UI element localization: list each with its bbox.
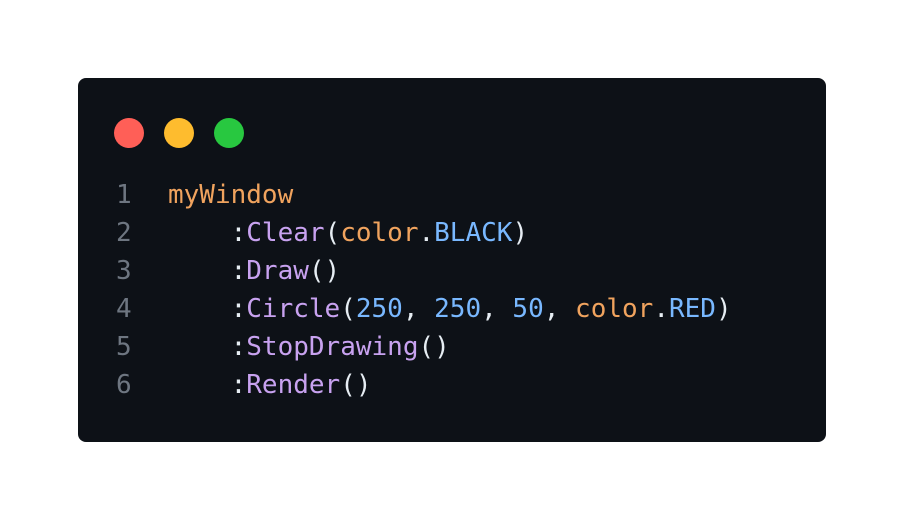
line-number: 6 — [116, 370, 132, 400]
code-token-method: Circle — [246, 294, 341, 324]
code-window: 1 myWindow 2 :Clear(color.BLACK) 3 :Draw() 4… — [78, 78, 826, 442]
code-token-punctuation: . — [418, 218, 435, 248]
line-source: :Draw() — [168, 252, 341, 290]
code-token-identifier: color — [340, 218, 419, 248]
code-token-punctuation: : — [168, 332, 247, 362]
line-source: myWindow — [168, 176, 293, 214]
line-source: :Circle(250, 250, 50, color.RED) — [168, 290, 732, 328]
code-token-punctuation: , — [481, 294, 513, 324]
code-token-method: Draw — [246, 256, 309, 286]
code-token-method: StopDrawing — [246, 332, 419, 362]
code-token-number: 250 — [355, 294, 403, 324]
line-source: :Clear(color.BLACK) — [168, 214, 528, 252]
code-token-punctuation: : — [168, 370, 247, 400]
code-line: 3 :Draw() — [78, 252, 826, 290]
code-token-punctuation: () — [340, 370, 372, 400]
line-number: 1 — [116, 180, 132, 210]
code-token-constant: RED — [668, 294, 716, 324]
code-token-identifier: color — [575, 294, 654, 324]
code-token-punctuation: () — [308, 256, 341, 286]
code-token-punctuation: : — [168, 294, 247, 324]
line-number: 3 — [116, 256, 132, 286]
code-token-constant: BLACK — [434, 218, 513, 248]
line-source: :Render() — [168, 366, 372, 404]
code-token-punctuation: : — [168, 218, 247, 248]
code-line: 4 :Circle(250, 250, 50, color.RED) — [78, 290, 826, 328]
maximize-dot-icon[interactable] — [214, 118, 244, 148]
code-token-number: 50 — [512, 294, 544, 324]
line-number: 2 — [116, 218, 132, 248]
line-source: :StopDrawing() — [168, 328, 450, 366]
line-number: 4 — [116, 294, 132, 324]
close-dot-icon[interactable] — [114, 118, 144, 148]
code-token-punctuation: ) — [715, 294, 732, 324]
code-token-punctuation: ( — [340, 294, 356, 324]
code-token-punctuation: , — [543, 294, 576, 324]
code-token-identifier: myWindow — [168, 180, 294, 210]
code-token-method: Clear — [246, 218, 325, 248]
code-token-punctuation: ) — [512, 218, 529, 248]
code-token-punctuation: : — [168, 256, 247, 286]
line-number: 5 — [116, 332, 132, 362]
code-line: 1 myWindow — [78, 176, 826, 214]
minimize-dot-icon[interactable] — [164, 118, 194, 148]
code-token-punctuation: ( — [324, 218, 341, 248]
code-token-method: Render — [246, 370, 341, 400]
code-token-punctuation: . — [653, 294, 669, 324]
code-line: 5 :StopDrawing() — [78, 328, 826, 366]
code-line: 2 :Clear(color.BLACK) — [78, 214, 826, 252]
code-token-number: 250 — [434, 294, 482, 324]
code-token-punctuation: , — [402, 294, 435, 324]
code-line: 6 :Render() — [78, 366, 826, 404]
code-token-punctuation: () — [418, 332, 450, 362]
code-block[interactable]: 1 myWindow 2 :Clear(color.BLACK) 3 :Draw() 4… — [78, 176, 826, 404]
